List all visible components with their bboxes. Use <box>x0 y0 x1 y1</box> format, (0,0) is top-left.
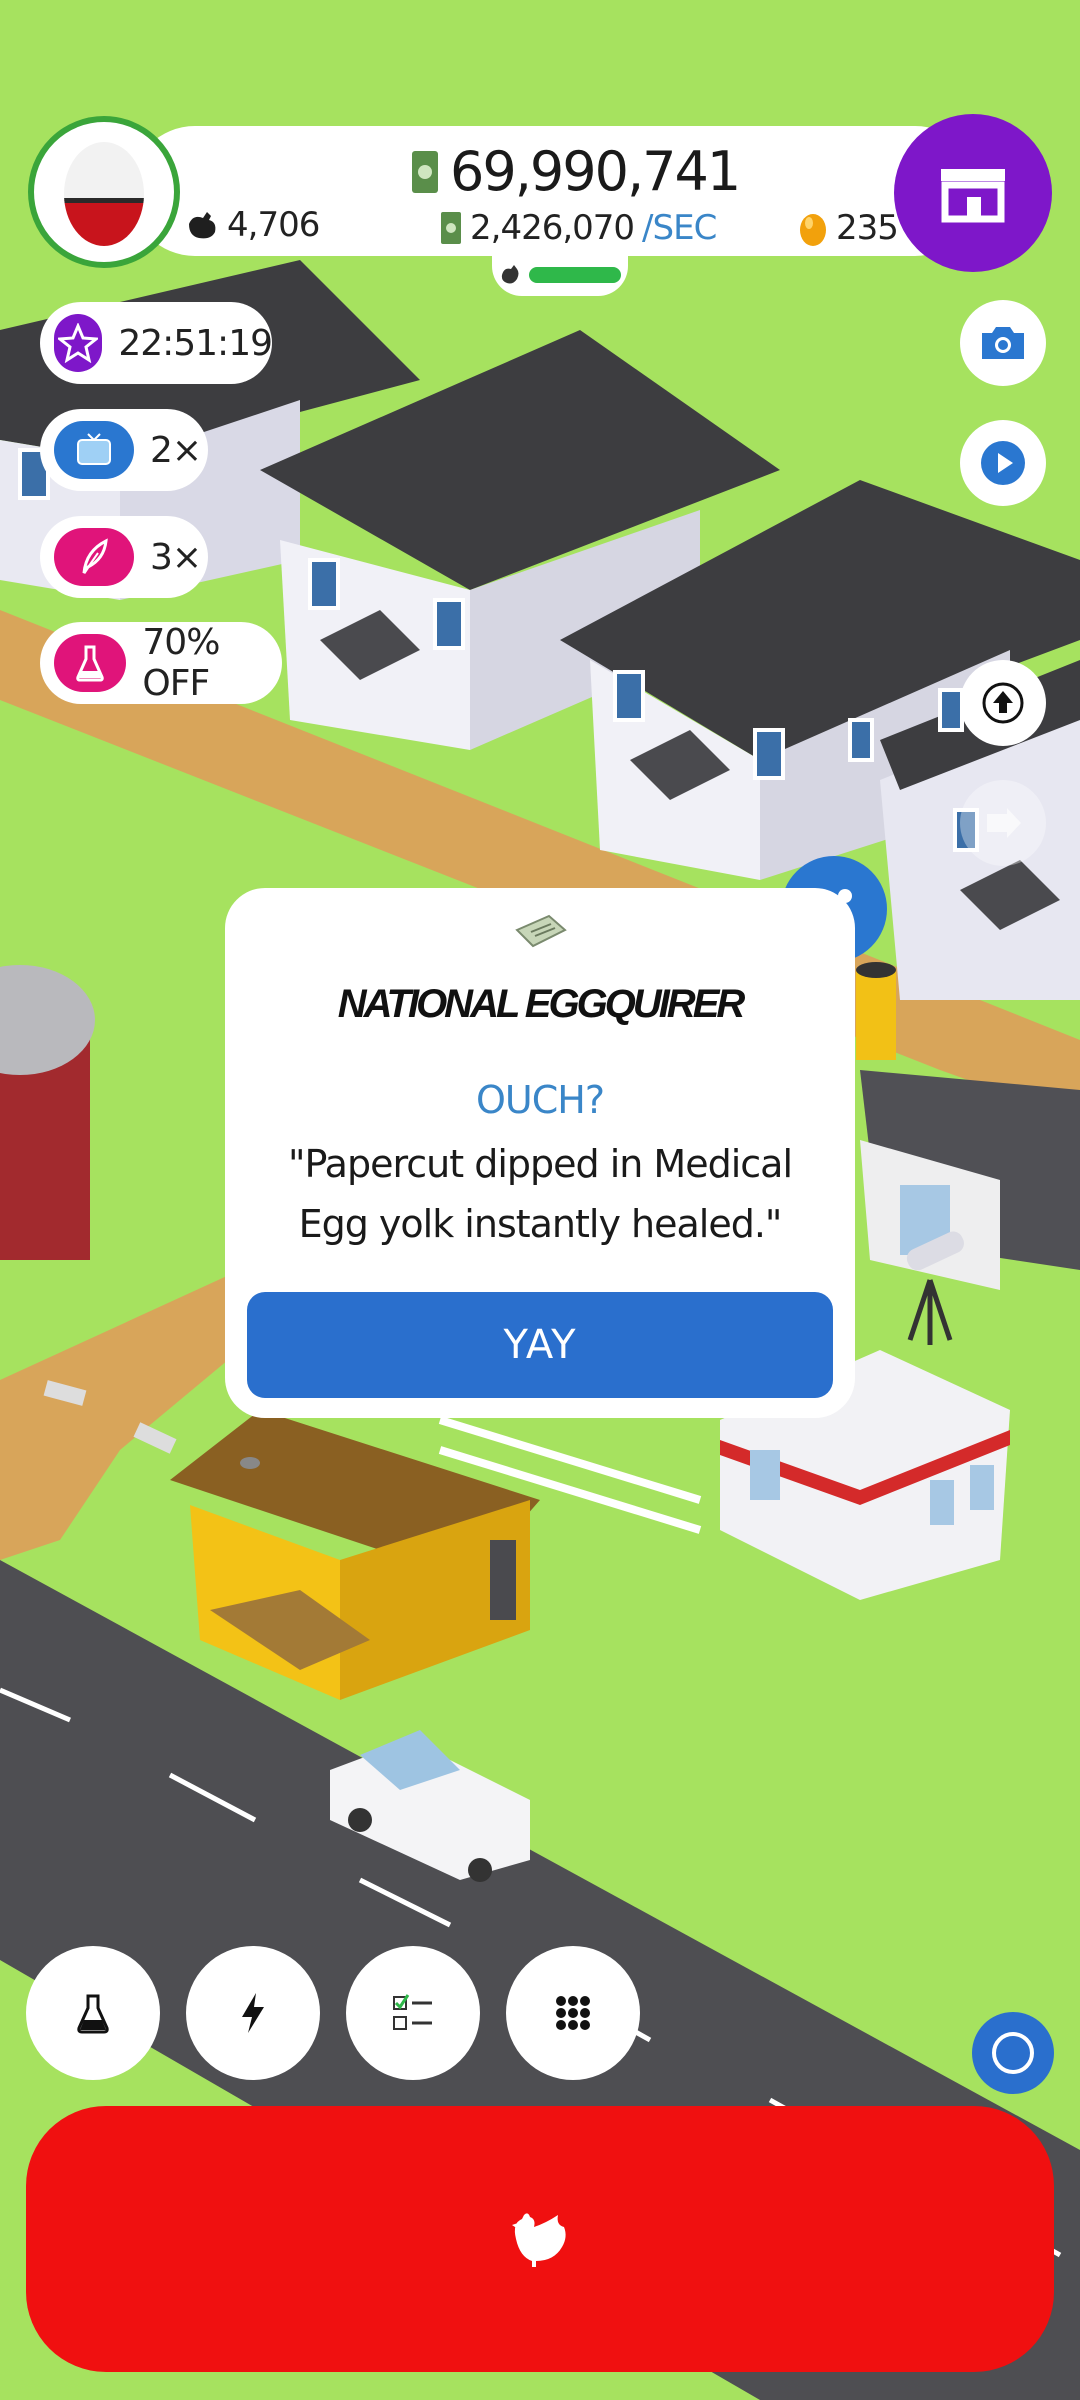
news-subtitle: OUCH? <box>476 1078 605 1122</box>
golden-egg-icon <box>800 214 826 246</box>
flask-icon <box>77 1994 109 2034</box>
upgrade-button[interactable] <box>960 660 1046 746</box>
boost-feather-label: 3× <box>150 536 202 578</box>
chicken-icon <box>189 212 216 239</box>
feather-icon <box>54 528 134 586</box>
video-play-button[interactable] <box>960 420 1046 506</box>
camera-icon <box>982 327 1024 359</box>
faded-arrow-button[interactable] <box>960 780 1046 866</box>
chick-icon <box>501 265 519 284</box>
money-value: 69,990,741 <box>450 140 741 203</box>
menu-button[interactable] <box>506 1946 640 2080</box>
boost-video-label: 2× <box>150 429 202 471</box>
checklist-icon <box>393 1994 432 2030</box>
arrow-right-icon <box>987 808 1021 838</box>
store-icon <box>941 169 1005 223</box>
star-icon <box>54 314 103 372</box>
research-button[interactable] <box>26 1946 160 2080</box>
cash-icon <box>412 150 438 193</box>
ring-icon <box>992 2032 1034 2074</box>
camera-button[interactable] <box>960 300 1046 386</box>
news-dialog: NATIONAL EGGQUIRER OUCH? "Papercut dippe… <box>225 888 855 1418</box>
golden-egg-value: 235 <box>836 208 899 248</box>
play-icon <box>981 441 1025 485</box>
news-body: "Papercut dipped in Medical Egg yolk ins… <box>287 1142 793 1246</box>
shop-button[interactable] <box>894 114 1052 272</box>
boosts-button[interactable] <box>186 1946 320 2080</box>
golden-egg-count: 235 <box>798 208 899 248</box>
progress-fill <box>529 267 621 283</box>
money-display: 69,990,741 <box>410 140 741 203</box>
cash-small-icon <box>441 212 461 244</box>
lightning-icon <box>242 1993 264 2033</box>
boost-video-multiplier[interactable]: 2× <box>40 409 208 491</box>
boost-timer-label: 22:51:19 <box>118 322 273 364</box>
grid-menu-icon <box>556 1996 590 2030</box>
chicken-value: 4,706 <box>227 205 320 245</box>
news-headline: NATIONAL EGGQUIRER <box>337 982 746 1026</box>
hatch-chicken-button[interactable] <box>26 2106 1054 2372</box>
yay-button[interactable]: YAY <box>247 1292 833 1398</box>
chicken-icon <box>512 2213 566 2267</box>
arrow-up-circle-icon <box>982 682 1024 724</box>
chicken-count: 4,706 <box>185 205 320 245</box>
tv-icon <box>54 421 134 479</box>
rate-value: 2,426,070 <box>470 208 635 248</box>
missions-button[interactable] <box>346 1946 480 2080</box>
egg-portrait[interactable] <box>28 116 180 268</box>
flask-icon <box>54 634 127 692</box>
hatchery-progress <box>492 254 628 296</box>
boost-research-discount[interactable]: 70% OFF <box>40 622 282 704</box>
newspaper-icon <box>515 914 567 948</box>
income-rate: 2,426,070/SEC <box>440 208 717 248</box>
boost-discount-label: 70% OFF <box>142 622 220 704</box>
boost-timer[interactable]: 22:51:19 <box>40 302 273 384</box>
boost-feather-multiplier[interactable]: 3× <box>40 516 208 598</box>
rate-unit: /SEC <box>642 208 717 248</box>
medical-egg-icon <box>64 142 144 246</box>
assistive-touch-button[interactable] <box>972 2012 1054 2094</box>
